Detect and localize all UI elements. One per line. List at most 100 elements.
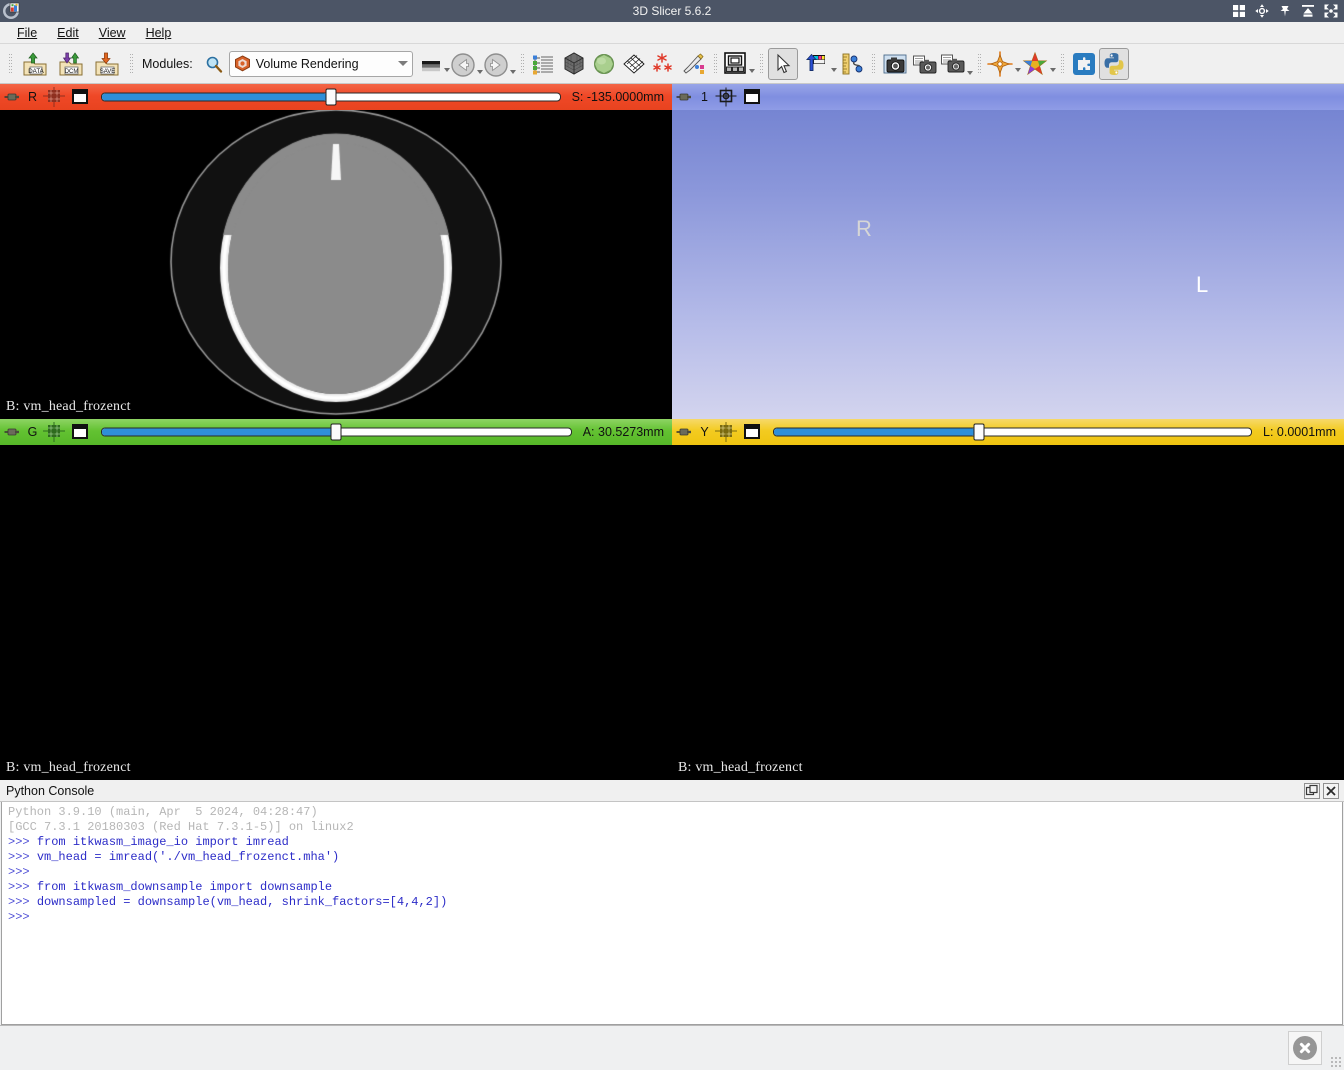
markups-button[interactable] (649, 48, 679, 80)
coronal-view-letter: G (27, 425, 38, 439)
coronal-slice-visibility-icon[interactable] (43, 422, 65, 442)
python-console-titlebar: Python Console (0, 780, 1344, 802)
chevron-down-icon[interactable] (966, 70, 973, 75)
tile-windows-button[interactable] (1232, 4, 1246, 18)
pin-icon[interactable] (4, 89, 22, 105)
movie-capture-button[interactable] (940, 50, 973, 78)
modules-label: Modules: (142, 56, 193, 71)
stop-cancel-button[interactable] (1288, 1031, 1322, 1065)
layout-selector-button[interactable] (722, 50, 755, 78)
extension-manager-button[interactable] (1069, 48, 1099, 80)
svg-text:DATA: DATA (28, 68, 44, 75)
sagittal-volume-label: B: vm_head_frozenct (678, 760, 803, 775)
load-data-button[interactable]: DATA (17, 48, 53, 80)
load-dicom-button[interactable]: DCM (53, 48, 89, 80)
axial-slice-controller: R S: -135.0000mm (0, 84, 672, 110)
threed-maximize-view-icon[interactable] (742, 88, 762, 106)
resize-grip-icon[interactable] (1330, 1056, 1342, 1068)
toolbar-grip-modules[interactable] (128, 51, 135, 77)
threed-center-view-icon[interactable] (715, 87, 737, 107)
annotations-button[interactable] (679, 48, 709, 80)
axial-slider-fill (102, 93, 328, 101)
volume-rendering-cube-button[interactable] (559, 48, 589, 80)
chevron-down-icon[interactable] (397, 61, 408, 66)
menu-view[interactable]: View (90, 23, 135, 43)
sagittal-slice-visibility-icon[interactable] (715, 422, 737, 442)
pin-icon[interactable] (676, 89, 694, 105)
threed-volume-rendering[interactable] (672, 110, 1344, 419)
move-arrows-icon[interactable] (1255, 4, 1269, 18)
coronal-maximize-view-icon[interactable] (70, 423, 90, 441)
menu-file-label: File (17, 25, 38, 40)
maximize-window-button[interactable] (1324, 4, 1338, 18)
toolbar-grip-modules2[interactable] (519, 51, 526, 77)
sagittal-slice-offset-slider[interactable] (773, 422, 1253, 442)
python-console-button[interactable] (1098, 47, 1129, 80)
ruler-button[interactable] (837, 48, 867, 80)
axial-slice-offset-slider[interactable] (101, 87, 561, 107)
toolbar-grip-capture[interactable] (870, 51, 877, 77)
view-row-bottom: G A: 30.5273mm B: vm_head_frozenct Y L: … (0, 419, 1344, 780)
axial-slice-view[interactable]: R S: -135.0000mm B: vm_head_frozenct (0, 84, 672, 419)
place-markups-button[interactable] (804, 50, 837, 78)
pin-window-button[interactable] (1278, 4, 1292, 18)
chevron-down-icon[interactable] (1049, 67, 1056, 72)
axial-ct-image[interactable] (0, 110, 672, 419)
toolbar-grip-mouse[interactable] (758, 51, 765, 77)
window-controls (1232, 4, 1344, 18)
menu-edit[interactable]: Edit (48, 23, 88, 43)
color-legend-button[interactable] (1021, 50, 1056, 78)
console-line: >>> (8, 910, 1336, 925)
sagittal-ct-image[interactable] (672, 445, 1344, 780)
threed-view-controller: 1 (672, 84, 1344, 110)
module-next-button[interactable] (483, 50, 516, 78)
sagittal-slice-controller: Y L: 0.0001mm (672, 419, 1344, 445)
mouse-mode-button[interactable] (767, 47, 798, 80)
module-selector-combobox[interactable]: Volume Rendering (228, 50, 413, 77)
toolbar-grip-crosshair[interactable] (976, 51, 983, 77)
coronal-volume-label: B: vm_head_frozenct (6, 760, 131, 775)
subject-hierarchy-button[interactable] (529, 48, 559, 80)
axial-maximize-view-icon[interactable] (70, 88, 90, 106)
axial-slice-visibility-icon[interactable] (43, 87, 65, 107)
sagittal-slice-view[interactable]: Y L: 0.0001mm B: vm_head_frozenct (672, 419, 1344, 780)
chevron-down-icon[interactable] (830, 67, 837, 72)
toolbar-grip[interactable] (7, 51, 14, 77)
segment-editor-button[interactable] (619, 48, 649, 80)
pin-icon[interactable] (4, 424, 22, 440)
menu-file[interactable]: File (8, 23, 46, 43)
threed-orientation-right-label: R (856, 216, 872, 241)
undock-icon[interactable] (1304, 782, 1320, 799)
chevron-down-icon[interactable] (509, 69, 516, 74)
python-console-dock: Python Console Python 3.9.10 (main, Apr … (0, 780, 1344, 1025)
sagittal-slice-offset-value: L: 0.0001mm (1263, 425, 1336, 439)
threed-view[interactable]: 1 R L (672, 84, 1344, 419)
menu-help[interactable]: Help (137, 23, 181, 43)
save-data-button[interactable]: SAVE (89, 48, 125, 80)
chevron-down-icon[interactable] (748, 68, 755, 73)
pin-icon[interactable] (676, 424, 694, 440)
coronal-slice-view[interactable]: G A: 30.5273mm B: vm_head_frozenct (0, 419, 672, 780)
module-previous-button[interactable] (450, 50, 483, 78)
sagittal-slider-handle[interactable] (973, 423, 985, 441)
coronal-slice-offset-slider[interactable] (101, 422, 572, 442)
toolbar-grip-layout[interactable] (712, 51, 719, 77)
axial-slider-handle[interactable] (325, 88, 337, 106)
console-prompt: >>> (8, 850, 37, 864)
module-search-button[interactable] (199, 48, 229, 80)
screen-capture-button[interactable] (910, 48, 940, 80)
module-favorites-button[interactable] (419, 50, 450, 78)
models-button[interactable] (589, 48, 619, 80)
screenshot-button[interactable] (880, 48, 910, 80)
shade-window-button[interactable] (1301, 4, 1315, 18)
threed-view-letter: 1 (701, 90, 708, 104)
coronal-slider-handle[interactable] (330, 423, 342, 441)
coronal-ct-image[interactable] (0, 445, 672, 780)
crosshair-button[interactable] (986, 50, 1021, 78)
console-prompt: >>> (8, 895, 37, 909)
sagittal-maximize-view-icon[interactable] (742, 423, 762, 441)
python-console-output[interactable]: Python 3.9.10 (main, Apr 5 2024, 04:28:4… (1, 802, 1343, 1025)
close-icon[interactable] (1323, 782, 1339, 799)
toolbar-grip-ext[interactable] (1059, 51, 1066, 77)
window-titlebar: 3D Slicer 5.6.2 (0, 0, 1344, 22)
